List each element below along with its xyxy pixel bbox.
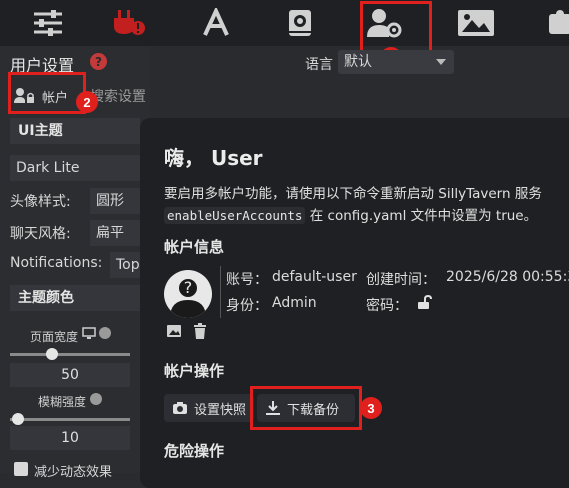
ui-theme-header: UI主题: [10, 118, 140, 144]
page-width-value[interactable]: 50: [10, 363, 130, 387]
camera-icon: [173, 402, 187, 414]
highlight-box-account-tab: [8, 72, 86, 114]
settings-snapshot-label: 设置快照: [194, 402, 247, 418]
blur-strength-label: 模糊强度: [38, 395, 87, 409]
multi-account-instruction-2: enableUserAccounts 在 config.yaml 文件中设置为 …: [164, 204, 537, 224]
created-label: 创建时间：: [366, 272, 436, 288]
blur-slider[interactable]: [10, 418, 130, 421]
password-label: 密码：: [366, 298, 408, 314]
blur-slider-thumb[interactable]: [12, 413, 24, 425]
svg-text:?: ?: [184, 278, 193, 297]
blur-strength-value[interactable]: 10: [10, 426, 130, 450]
avatar[interactable]: ?: [164, 270, 212, 318]
plug-icon[interactable]: [110, 6, 150, 40]
role-value: Admin: [272, 295, 317, 311]
highlight-box-download-backup: [250, 386, 362, 430]
image-icon[interactable]: [456, 6, 496, 40]
language-label: 语言: [305, 57, 333, 73]
created-value: 2025/6/28 00:55:3: [446, 269, 569, 285]
account-info-title: 帐户信息: [164, 238, 225, 256]
role-label: 身份：: [226, 298, 268, 314]
info-icon: [99, 327, 111, 339]
username-value: default-user: [272, 269, 357, 285]
reduce-motion-label: 减少动态效果: [34, 465, 113, 480]
divider: [220, 266, 221, 318]
step-badge-2: 2: [76, 91, 98, 113]
extensions-icon[interactable]: [540, 6, 569, 40]
image-icon[interactable]: [166, 324, 182, 342]
trash-icon[interactable]: [193, 323, 207, 343]
instruction-suffix: 在 config.yaml 文件中设置为 true。: [309, 208, 538, 224]
danger-zone-title: 危险操作: [164, 442, 225, 460]
username-label: 账号：: [226, 272, 268, 288]
account-actions-title: 帐户操作: [164, 362, 225, 380]
theme-colors-header: 主题颜色: [10, 285, 140, 311]
settings-snapshot-button[interactable]: 设置快照: [164, 394, 255, 422]
language-select[interactable]: 默认: [338, 50, 454, 74]
page-width-slider[interactable]: [10, 353, 130, 356]
unlock-icon[interactable]: [416, 294, 432, 314]
book-icon[interactable]: [280, 6, 320, 40]
config-code: enableUserAccounts: [164, 207, 306, 224]
chevron-down-icon: [436, 59, 446, 65]
theme-select[interactable]: Dark Lite: [10, 155, 150, 181]
multi-account-instruction: 要启用多帐户功能，请使用以下命令重新启动 SillyTavern 服务: [164, 186, 542, 202]
monitor-icon: [82, 327, 96, 344]
notifications-select[interactable]: Top: [110, 252, 140, 278]
font-icon[interactable]: [196, 6, 236, 40]
settings-search-input[interactable]: 搜索设置: [90, 86, 146, 106]
step-badge-3: 3: [360, 397, 382, 419]
avatar-style-label: 头像样式:: [10, 194, 71, 210]
notifications-label: Notifications:: [10, 255, 103, 271]
info-icon: [90, 393, 102, 405]
avatar-style-select[interactable]: 圆形: [90, 188, 140, 214]
page-width-slider-thumb[interactable]: [46, 348, 58, 360]
sliders-icon[interactable]: [28, 6, 68, 40]
page-width-label: 页面宽度: [30, 330, 79, 344]
chat-style-label: 聊天风格:: [10, 226, 71, 242]
language-select-value: 默认: [344, 54, 372, 70]
chat-style-select[interactable]: 扁平: [90, 220, 140, 246]
reduce-motion-checkbox[interactable]: [14, 462, 28, 476]
help-icon[interactable]: ?: [90, 53, 107, 70]
greeting: 嗨， User: [164, 146, 263, 170]
